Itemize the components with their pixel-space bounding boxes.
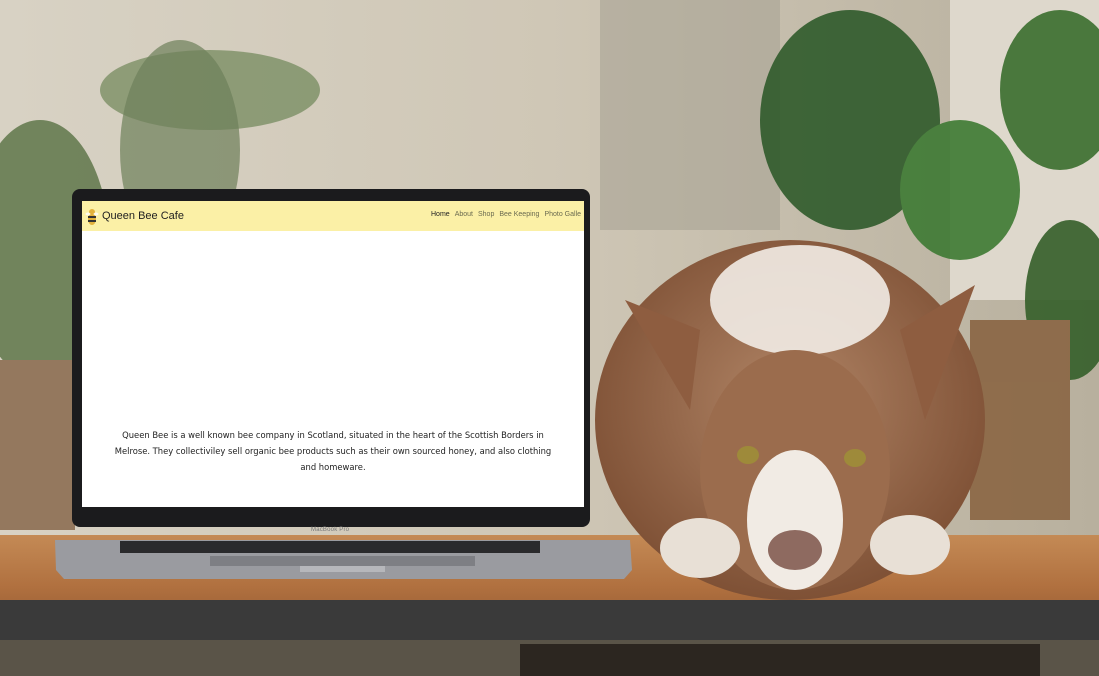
intro-line: Melrose. They collectiviley sell organic… [114, 445, 552, 456]
main-nav: Home About Shop Bee Keeping Photo Galle [431, 211, 581, 218]
bee-logo-icon [85, 207, 99, 225]
dog [595, 240, 985, 600]
nav-photo-gallery[interactable]: Photo Galle [544, 211, 581, 218]
site-header: Queen Bee Cafe Home About Shop Bee Keepi… [82, 201, 584, 231]
intro-line: Queen Bee is a well known bee company in… [122, 430, 544, 440]
brand[interactable]: Queen Bee Cafe [85, 207, 184, 225]
intro-text: Queen Bee is a well known bee company in… [96, 428, 570, 475]
hero-carousel: ‹ › [82, 231, 584, 403]
website-screen: Queen Bee Cafe Home About Shop Bee Keepi… [82, 201, 584, 507]
nav-bee-keeping[interactable]: Bee Keeping [499, 211, 539, 218]
nav-shop[interactable]: Shop [478, 211, 494, 218]
nav-about[interactable]: About [455, 211, 473, 218]
brand-name: Queen Bee Cafe [102, 210, 184, 222]
chevron-right-icon[interactable]: › [557, 307, 571, 327]
nav-home[interactable]: Home [431, 211, 450, 218]
intro-line: and homeware. [300, 461, 366, 472]
laptop-model-label: MacBook Pro [311, 527, 350, 533]
chevron-left-icon[interactable]: ‹ [97, 307, 111, 327]
